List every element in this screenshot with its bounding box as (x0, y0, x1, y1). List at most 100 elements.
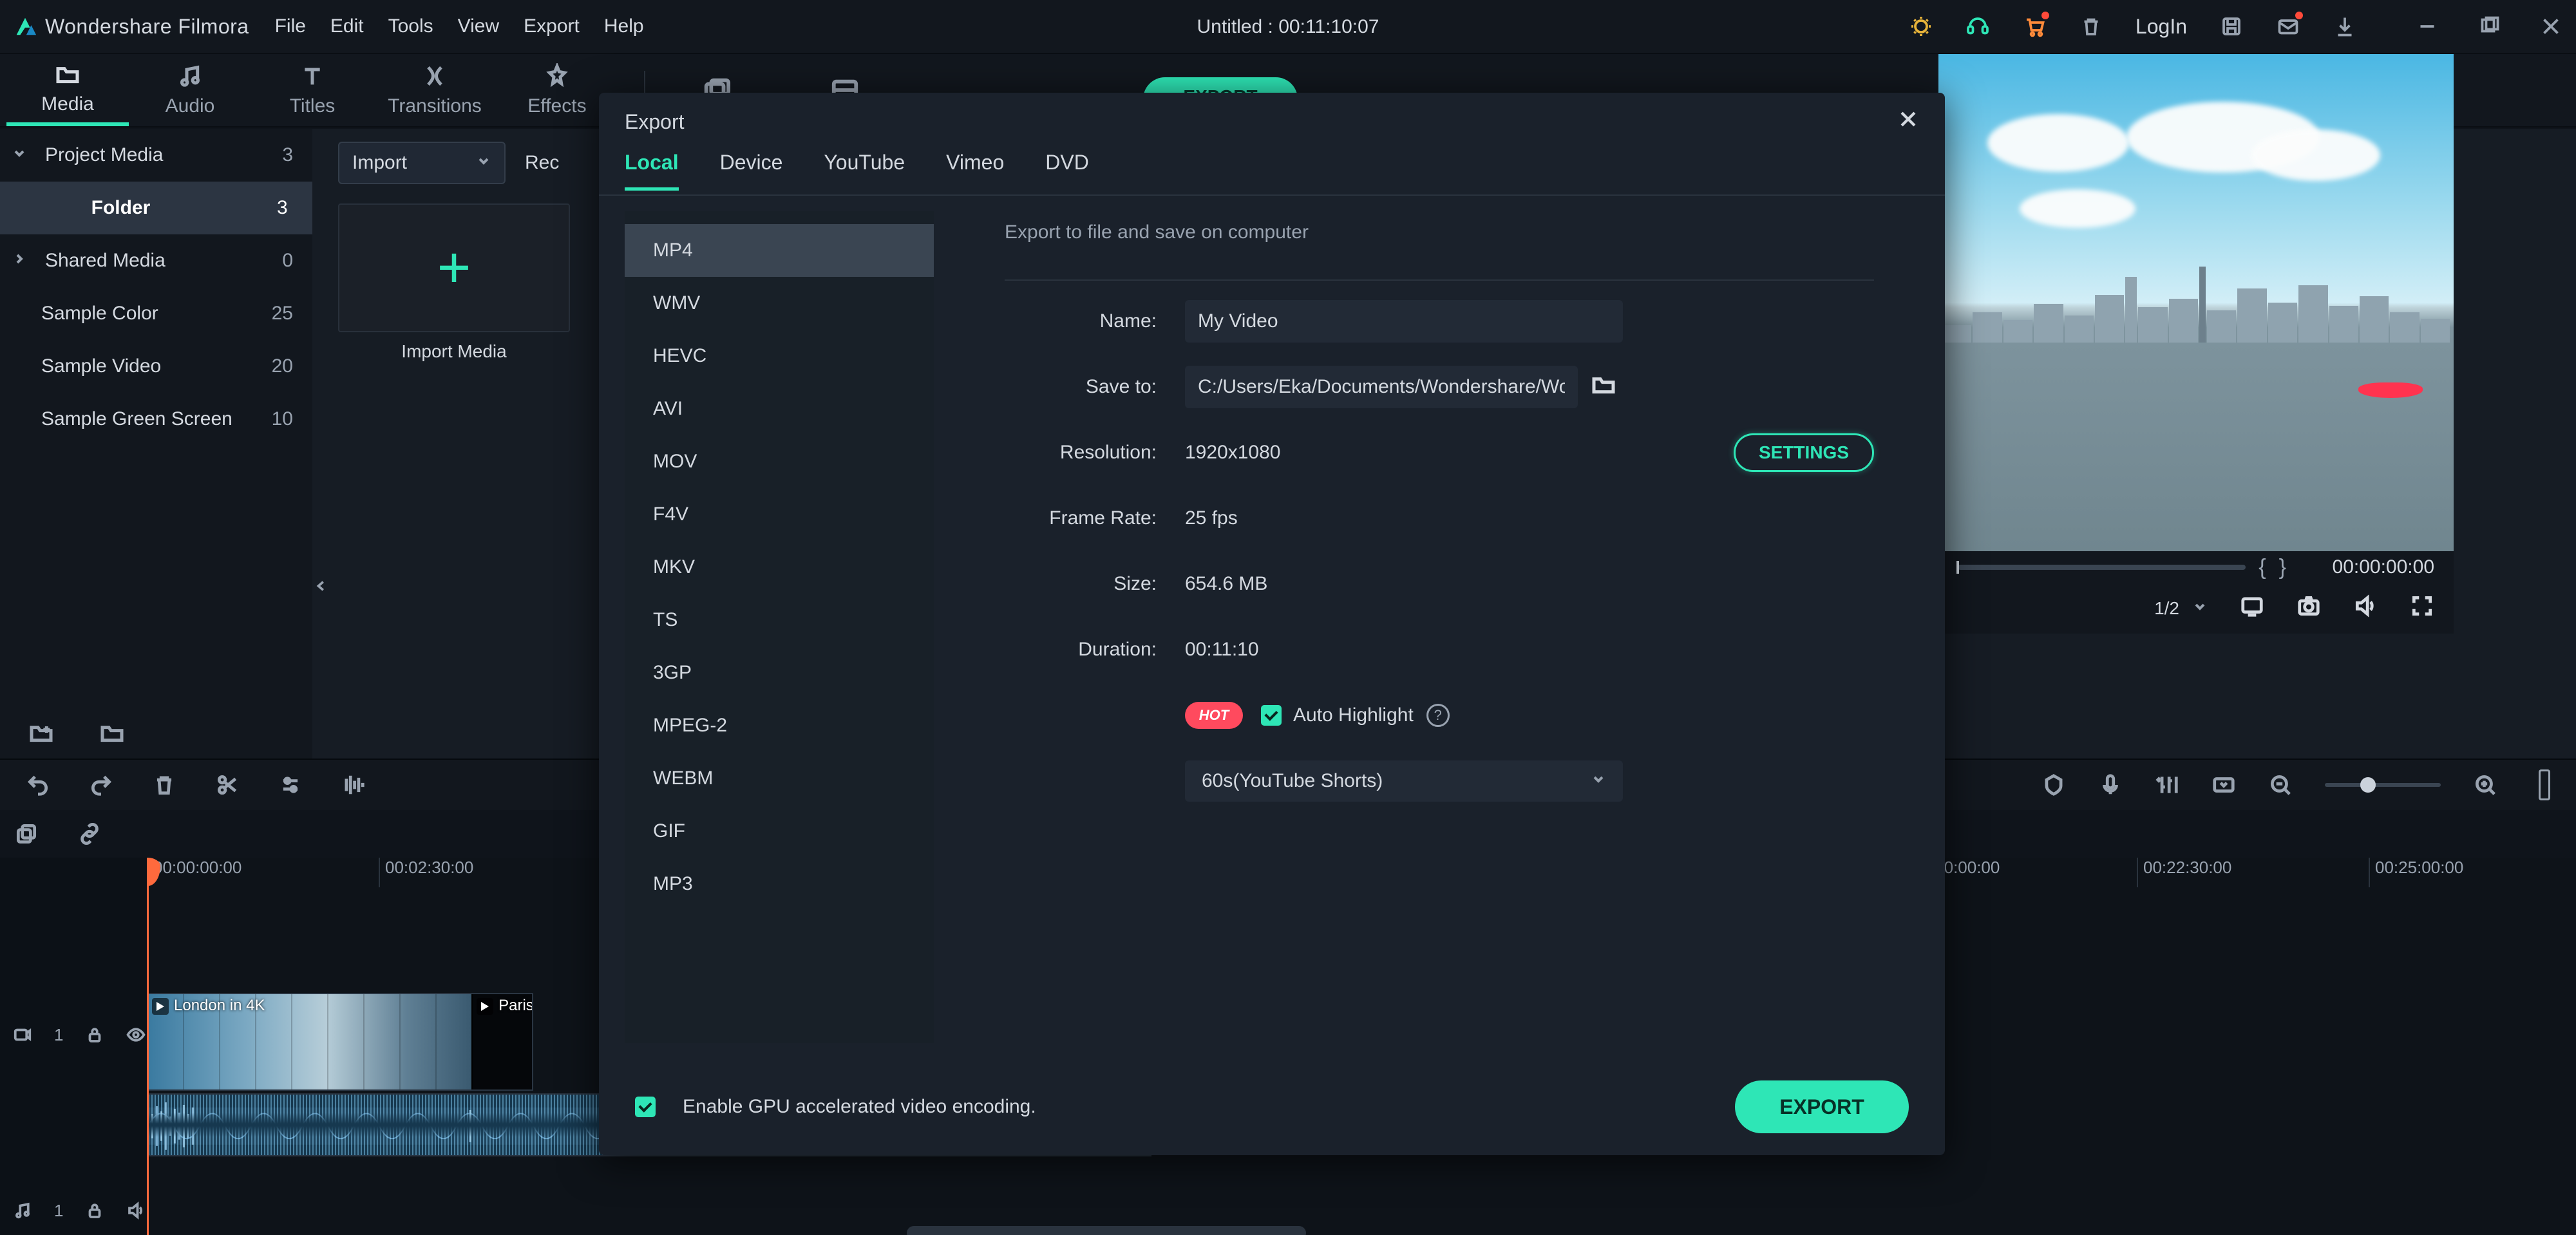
dialog-close-button[interactable] (1897, 108, 1919, 135)
fullscreen-icon[interactable] (2410, 594, 2434, 623)
scrub-track[interactable] (1958, 565, 2246, 570)
video-track-header[interactable]: 1 (0, 993, 147, 1077)
link-icon[interactable] (77, 822, 102, 846)
plus-icon: + (437, 254, 471, 283)
row-highlight-option: 60s(YouTube Shorts) (1005, 748, 1874, 814)
split-icon[interactable] (215, 773, 240, 797)
format-mp4[interactable]: MP4 (625, 224, 934, 277)
audio-mixer-icon[interactable] (2155, 773, 2179, 797)
delete-clip-icon[interactable] (152, 773, 176, 797)
collapse-sidebar-button[interactable] (312, 573, 330, 599)
zoom-out-icon[interactable] (2268, 773, 2293, 797)
dialog-tabs: Local Device YouTube Vimeo DVD (599, 151, 1945, 196)
speaker-icon[interactable] (126, 1201, 146, 1220)
volume-icon[interactable] (2353, 594, 2378, 623)
sidebar-item-folder[interactable]: Folder 3 (0, 182, 312, 234)
eye-icon[interactable] (126, 1025, 146, 1044)
duplicate-icon[interactable] (14, 822, 39, 846)
timeline-zoom-slider[interactable] (2325, 783, 2441, 787)
redo-icon[interactable] (89, 773, 113, 797)
format-mov[interactable]: MOV (625, 435, 934, 488)
browse-folder-button[interactable] (1591, 372, 1616, 402)
format-hevc[interactable]: HEVC (625, 330, 934, 382)
close-window-button[interactable] (2539, 14, 2563, 39)
tab-audio[interactable]: Audio (129, 54, 251, 126)
audio-track-header[interactable]: 1 (0, 1185, 147, 1235)
tab-dvd[interactable]: DVD (1045, 151, 1089, 187)
keyframe-icon[interactable] (2211, 773, 2236, 797)
tab-device[interactable]: Device (720, 151, 783, 187)
login-button[interactable]: LogIn (2136, 15, 2187, 39)
tips-icon[interactable] (1909, 14, 1933, 39)
tab-transitions[interactable]: Transitions (374, 54, 496, 126)
audio-adjust-icon[interactable] (341, 773, 366, 797)
maximize-button[interactable] (2477, 14, 2501, 39)
record-button[interactable]: Rec (525, 152, 559, 174)
quality-icon[interactable] (2240, 594, 2264, 623)
snapshot-icon[interactable] (2297, 594, 2321, 623)
help-icon[interactable]: ? (1426, 704, 1450, 727)
gpu-checkbox[interactable] (635, 1097, 656, 1117)
support-icon[interactable] (1965, 14, 1990, 39)
auto-highlight-checkbox[interactable] (1261, 705, 1282, 726)
adjust-icon[interactable] (278, 773, 303, 797)
timeline-scrollbar[interactable] (907, 1226, 1306, 1235)
menu-tools[interactable]: Tools (388, 15, 433, 37)
name-input[interactable]: My Video (1185, 300, 1623, 343)
video-clip-2[interactable]: Paris (471, 994, 532, 1089)
undo-icon[interactable] (26, 773, 50, 797)
tab-titles[interactable]: Titles (251, 54, 374, 126)
format-gif[interactable]: GIF (625, 805, 934, 858)
download-icon[interactable] (2333, 14, 2357, 39)
tab-vimeo[interactable]: Vimeo (946, 151, 1004, 187)
import-dropdown[interactable]: Import (338, 142, 506, 184)
menu-edit[interactable]: Edit (330, 15, 364, 37)
format-avi[interactable]: AVI (625, 382, 934, 435)
video-clip-1[interactable]: London in 4K (148, 994, 471, 1089)
voiceover-icon[interactable] (2098, 773, 2123, 797)
format-f4v[interactable]: F4V (625, 488, 934, 541)
cart-icon[interactable] (2022, 14, 2047, 39)
save-path-input[interactable]: C:/Users/Eka/Documents/Wondershare/Wo (1185, 366, 1578, 408)
preview-zoom-dropdown[interactable]: 1/2 (2154, 598, 2208, 619)
lock-icon[interactable] (85, 1201, 104, 1220)
preview-viewport[interactable] (1938, 54, 2454, 551)
lock-icon[interactable] (85, 1025, 104, 1044)
format-mkv[interactable]: MKV (625, 541, 934, 594)
sidebar-item-project-media[interactable]: Project Media 3 (0, 129, 312, 182)
menu-view[interactable]: View (458, 15, 499, 37)
format-ts[interactable]: TS (625, 594, 934, 646)
settings-button[interactable]: SETTINGS (1734, 433, 1874, 472)
zoom-in-icon[interactable] (2473, 773, 2497, 797)
delete-icon[interactable] (2079, 14, 2103, 39)
minimize-button[interactable] (2415, 14, 2439, 39)
import-media-tile[interactable]: + Import Media (338, 203, 570, 371)
mark-in-button[interactable]: { (2259, 555, 2266, 580)
format-webm[interactable]: WEBM (625, 752, 934, 805)
menu-file[interactable]: File (275, 15, 306, 37)
mark-out-button[interactable]: } (2279, 555, 2286, 580)
folder-icon[interactable] (99, 720, 125, 746)
app-name: Wondershare Filmora (45, 15, 249, 39)
sidebar-item-sample-color[interactable]: Sample Color 25 (0, 287, 312, 340)
sidebar-item-sample-green-screen[interactable]: Sample Green Screen 10 (0, 393, 312, 446)
sidebar-item-shared-media[interactable]: Shared Media 0 (0, 234, 312, 287)
export-button[interactable]: EXPORT (1735, 1080, 1909, 1133)
marker-icon[interactable] (2041, 773, 2066, 797)
tab-media[interactable]: Media (6, 54, 129, 126)
menu-help[interactable]: Help (604, 15, 644, 37)
highlight-duration-dropdown[interactable]: 60s(YouTube Shorts) (1185, 760, 1623, 802)
tab-youtube[interactable]: YouTube (824, 151, 905, 187)
format-wmv[interactable]: WMV (625, 277, 934, 330)
menu-export[interactable]: Export (524, 15, 580, 37)
save-icon[interactable] (2219, 14, 2244, 39)
playhead[interactable] (147, 858, 149, 1235)
sidebar-item-sample-video[interactable]: Sample Video 20 (0, 340, 312, 393)
format-mpeg2[interactable]: MPEG-2 (625, 699, 934, 752)
format-3gp[interactable]: 3GP (625, 646, 934, 699)
new-folder-icon[interactable] (28, 720, 54, 746)
format-mp3[interactable]: MP3 (625, 858, 934, 910)
zoom-fit-icon[interactable] (2539, 769, 2550, 800)
messages-icon[interactable] (2276, 14, 2300, 39)
tab-local[interactable]: Local (625, 151, 679, 191)
